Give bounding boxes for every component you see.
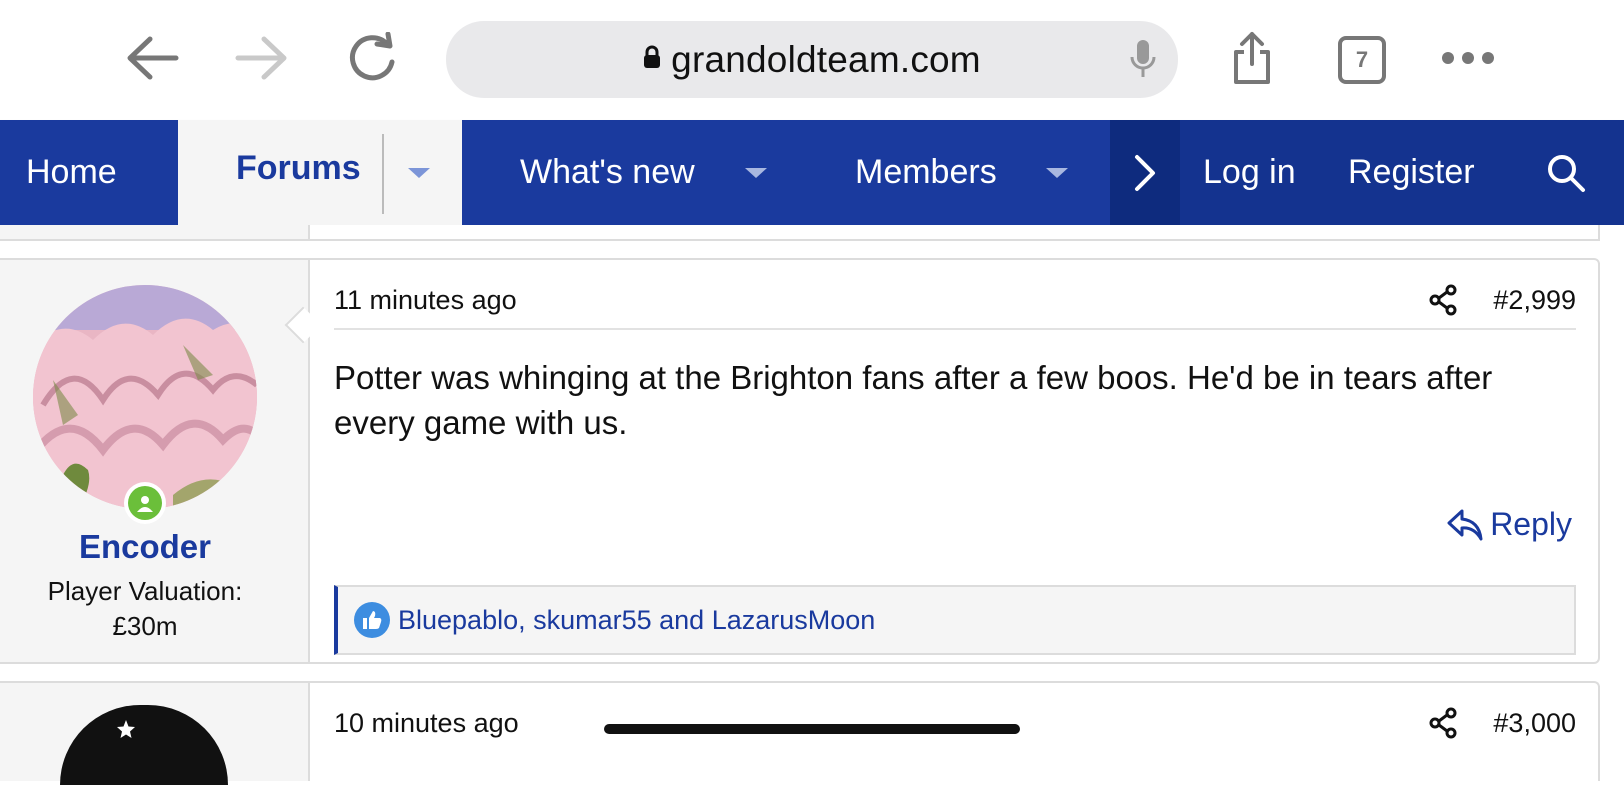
chevron-down-icon[interactable] bbox=[1046, 168, 1068, 178]
reaction-users[interactable]: Bluepablo, skumar55 and LazarusMoon bbox=[398, 605, 875, 636]
share-page-button[interactable] bbox=[1222, 28, 1282, 88]
post-number-link[interactable]: #3,000 bbox=[1493, 708, 1576, 739]
reply-label: Reply bbox=[1490, 506, 1572, 542]
user-title: Player Valuation: £30m bbox=[0, 574, 290, 644]
share-icon bbox=[1234, 32, 1270, 84]
nav-divider bbox=[382, 134, 384, 214]
forward-button[interactable] bbox=[232, 28, 292, 88]
post-header-divider bbox=[334, 328, 1576, 330]
thread-content: Encoder Player Valuation: £30m 11 minute… bbox=[0, 225, 1624, 785]
like-icon bbox=[354, 602, 390, 638]
url-text: grandoldteam.com bbox=[671, 38, 981, 80]
share-post-icon[interactable] bbox=[1428, 707, 1458, 744]
nav-forums-label: Forums bbox=[236, 149, 361, 187]
search-icon bbox=[1548, 154, 1585, 192]
user-title-line-2: £30m bbox=[112, 611, 178, 641]
post-timestamp[interactable]: 10 minutes ago bbox=[334, 708, 519, 739]
arrow-left-icon bbox=[127, 36, 179, 80]
share-post-icon[interactable] bbox=[1428, 284, 1458, 321]
online-status-icon bbox=[124, 482, 166, 524]
nav-search[interactable] bbox=[1546, 120, 1586, 225]
reload-button[interactable] bbox=[342, 28, 402, 88]
more-options-icon[interactable] bbox=[1442, 52, 1494, 64]
home-indicator[interactable] bbox=[604, 724, 1020, 734]
tabs-button[interactable]: 7 bbox=[1338, 36, 1386, 84]
post-number-link[interactable]: #2,999 bbox=[1493, 285, 1576, 316]
nav-register[interactable]: Register bbox=[1348, 120, 1475, 225]
avatar[interactable] bbox=[33, 285, 257, 509]
nav-login[interactable]: Log in bbox=[1203, 120, 1296, 225]
back-button[interactable] bbox=[122, 28, 182, 88]
microphone-icon[interactable] bbox=[1130, 39, 1156, 84]
nav-forums[interactable]: Forums bbox=[178, 120, 462, 225]
browser-toolbar: grandoldteam.com 7 bbox=[0, 0, 1624, 120]
post: Encoder Player Valuation: £30m 11 minute… bbox=[0, 258, 1600, 664]
post-timestamp[interactable]: 11 minutes ago bbox=[334, 285, 517, 316]
site-navigation: Home Forums What's new Members Log in Re… bbox=[0, 120, 1624, 225]
reactions-bar[interactable]: Bluepablo, skumar55 and LazarusMoon bbox=[334, 585, 1576, 655]
nav-whats-new[interactable]: What's new bbox=[520, 120, 695, 225]
previous-post-edge bbox=[0, 225, 1600, 241]
arrow-right-icon bbox=[235, 36, 287, 80]
chevron-down-icon[interactable] bbox=[745, 168, 767, 178]
nav-members[interactable]: Members bbox=[855, 120, 997, 225]
post-user-panel bbox=[0, 683, 310, 785]
avatar[interactable] bbox=[60, 705, 228, 785]
post-message: Potter was whinging at the Brighton fans… bbox=[334, 359, 1493, 441]
username-link[interactable]: Encoder bbox=[0, 528, 290, 566]
star-icon bbox=[117, 720, 135, 738]
post-user-panel: Encoder Player Valuation: £30m bbox=[0, 260, 310, 662]
chevron-right-icon bbox=[1135, 154, 1155, 191]
reply-button[interactable]: Reply bbox=[1446, 506, 1572, 543]
nav-home[interactable]: Home bbox=[26, 120, 117, 225]
chevron-down-icon[interactable] bbox=[408, 168, 430, 178]
user-title-line-1: Player Valuation: bbox=[47, 576, 243, 606]
address-bar[interactable]: grandoldteam.com bbox=[446, 21, 1178, 98]
nav-scroll-button[interactable] bbox=[1110, 120, 1180, 225]
reload-icon bbox=[349, 32, 395, 81]
lock-icon bbox=[643, 45, 661, 74]
reply-icon bbox=[1447, 509, 1483, 540]
